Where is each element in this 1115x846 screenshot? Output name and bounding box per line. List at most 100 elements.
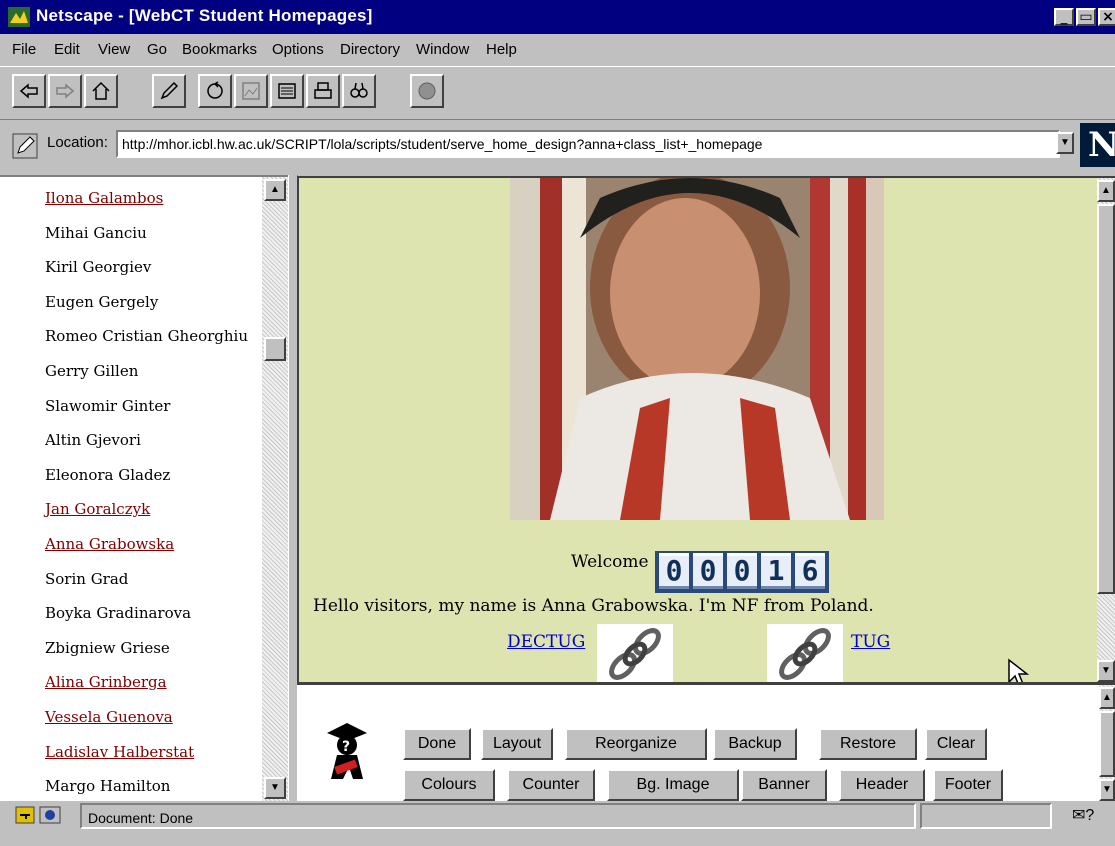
counter-digit: 0 — [659, 553, 689, 589]
tools-scroll-down-button[interactable]: ▼ — [1099, 779, 1115, 801]
toolbar — [0, 66, 1115, 120]
tools-scroll-up-button[interactable]: ▲ — [1099, 687, 1115, 709]
student-list-item[interactable]: Alina Grinberga — [45, 673, 167, 691]
menu-help[interactable]: Help — [486, 41, 517, 58]
bookmark-quickfile-icon[interactable] — [12, 133, 38, 159]
homepage-scroll-thumb[interactable] — [1097, 204, 1115, 594]
homepage-scroll-up-button[interactable]: ▲ — [1097, 180, 1115, 202]
student-list-item: Eugen Gergely — [45, 292, 159, 311]
menu-bar: File Edit View Go Bookmarks Options Dire… — [0, 34, 1115, 66]
location-input[interactable]: http://mhor.icbl.hw.ac.uk/SCRIPT/lola/sc… — [116, 130, 1060, 158]
colours-button[interactable]: Colours — [403, 769, 495, 801]
window-title: Netscape - [WebCT Student Homepages] — [36, 6, 373, 25]
menu-view[interactable]: View — [98, 41, 130, 58]
banner-button[interactable]: Banner — [741, 769, 827, 801]
tools-scroll-thumb[interactable] — [1099, 711, 1115, 777]
dectug-link[interactable]: DECTUG — [507, 632, 585, 652]
student-list-item: Romeo Cristian Gheorghiu — [45, 327, 249, 346]
menu-window[interactable]: Window — [416, 41, 469, 58]
design-tools-frame: ? Done Layout Reorganize Backup Restore Clear… — [297, 682, 1115, 801]
find-icon — [350, 82, 368, 98]
student-list-item: Zbigniew Griese — [45, 638, 170, 657]
reorganize-button[interactable]: Reorganize — [565, 728, 707, 760]
reload-icon — [207, 81, 223, 99]
counter-digit: 1 — [761, 553, 791, 589]
location-dropdown-button[interactable]: ▼ — [1056, 132, 1074, 154]
clear-button[interactable]: Clear — [925, 728, 987, 760]
mail-icon[interactable]: ✉? — [1072, 805, 1094, 825]
maximize-button[interactable]: ▭ — [1076, 8, 1096, 26]
back-icon — [19, 83, 38, 99]
status-bar: Document: Done ✉? — [0, 801, 1115, 846]
home-button[interactable] — [84, 74, 118, 108]
counter-digit: 6 — [795, 553, 825, 589]
footer-button[interactable]: Footer — [933, 769, 1003, 801]
student-list-item[interactable]: Anna Grabowska — [45, 535, 174, 553]
netscape-app-icon — [8, 7, 30, 27]
title-bar: Netscape - [WebCT Student Homepages] _ ▭… — [0, 0, 1115, 34]
header-button[interactable]: Header — [839, 769, 925, 801]
counter-button[interactable]: Counter — [507, 769, 595, 801]
student-list-frame: Ilona Galambos Mihai Ganciu Kiril Georgiev… — [0, 175, 294, 801]
welcome-text: Welcome — [571, 552, 649, 572]
menu-directory[interactable]: Directory — [340, 41, 400, 58]
student-list-item: Sorin Grad — [45, 569, 129, 588]
student-list-scrollbar[interactable] — [262, 177, 288, 801]
reload-button[interactable] — [198, 74, 232, 108]
counter-digit: 0 — [693, 553, 723, 589]
location-label: Location: — [47, 134, 108, 151]
bg-image-button[interactable]: Bg. Image — [607, 769, 739, 801]
student-photo — [510, 178, 884, 520]
edit-button[interactable] — [152, 74, 186, 108]
student-list-item: Altin Gjevori — [45, 431, 141, 450]
student-list-item[interactable]: Vessela Guenova — [45, 708, 173, 726]
visitor-counter: 0 0 0 1 6 — [655, 551, 829, 593]
homepage-scroll-down-button[interactable]: ▼ — [1097, 660, 1115, 682]
scroll-thumb[interactable] — [264, 337, 286, 361]
menu-edit[interactable]: Edit — [54, 41, 80, 58]
print-icon — [314, 82, 332, 99]
stop-button[interactable] — [410, 74, 444, 108]
layout-button[interactable]: Layout — [481, 728, 553, 760]
menu-options[interactable]: Options — [272, 41, 324, 58]
menu-file[interactable]: File — [12, 41, 36, 58]
forward-button[interactable] — [48, 74, 82, 108]
homepage-frame: Welcome 0 0 0 1 6 Hello visitors, my nam… — [297, 176, 1115, 682]
status-text: Document: Done — [80, 803, 916, 829]
student-list-item[interactable]: Jan Goralczyk — [45, 500, 150, 518]
menu-go[interactable]: Go — [147, 41, 167, 58]
tug-link[interactable]: TUG — [851, 632, 890, 652]
find-button[interactable] — [342, 74, 376, 108]
student-list-item: Mihai Ganciu — [45, 223, 147, 242]
chain-link-icon[interactable] — [767, 624, 843, 682]
edit-icon — [160, 81, 179, 100]
scroll-down-button[interactable]: ▼ — [264, 777, 286, 799]
location-bar: Location: http://mhor.icbl.hw.ac.uk/SCRI… — [0, 121, 1115, 173]
student-list-item[interactable]: Ladislav Halberstat — [45, 743, 194, 761]
student-list-item[interactable]: Ilona Galambos — [45, 189, 163, 207]
print-button[interactable] — [306, 74, 340, 108]
restore-button[interactable]: Restore — [819, 728, 917, 760]
minimize-button[interactable]: _ — [1054, 8, 1074, 26]
done-button[interactable]: Done — [403, 728, 471, 760]
back-button[interactable] — [12, 74, 46, 108]
mouse-cursor-icon — [1008, 658, 1029, 682]
student-list-item: Eleonora Gladez — [45, 465, 171, 484]
netscape-logo[interactable]: N — [1080, 123, 1115, 167]
chain-link-icon[interactable] — [597, 624, 673, 682]
menu-bookmarks[interactable]: Bookmarks — [182, 41, 257, 58]
counter-digit: 0 — [727, 553, 757, 589]
student-list: Ilona Galambos Mihai Ganciu Kiril Georgiev… — [0, 177, 262, 801]
open-button[interactable] — [270, 74, 304, 108]
intro-text: Hello visitors, my name is Anna Grabowsk… — [313, 596, 874, 616]
images-button[interactable] — [234, 74, 268, 108]
tutor-help-icon[interactable]: ? — [323, 719, 371, 785]
backup-button[interactable]: Backup — [713, 728, 797, 760]
stop-icon — [418, 82, 436, 100]
close-button[interactable]: × — [1098, 8, 1115, 26]
status-progress — [920, 803, 1052, 829]
scroll-up-button[interactable]: ▲ — [264, 179, 286, 201]
security-key-icon[interactable] — [14, 805, 64, 825]
svg-text:?: ? — [342, 739, 350, 755]
student-list-item: Gerry Gillen — [45, 362, 139, 380]
